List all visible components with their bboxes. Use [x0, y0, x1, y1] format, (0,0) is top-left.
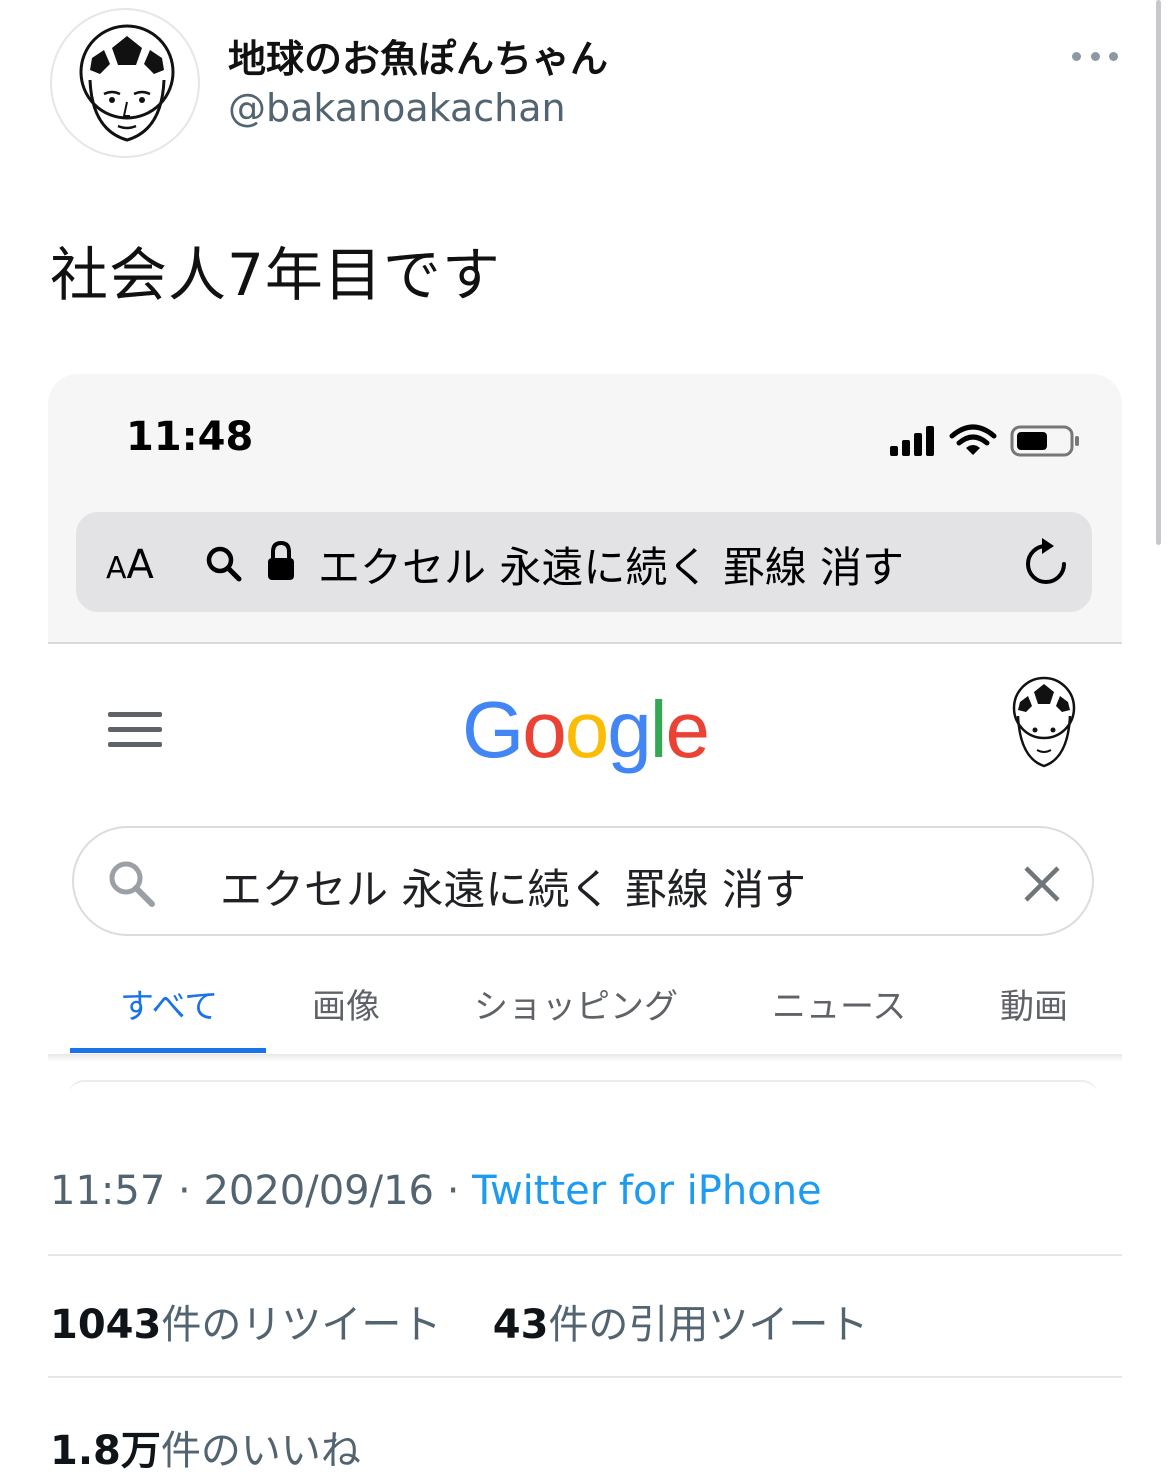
search-icon [109, 861, 155, 907]
quotes-count: 43 [492, 1302, 549, 1348]
google-logo[interactable]: Google [48, 684, 1122, 776]
tweet-time[interactable]: 11:57 [50, 1168, 165, 1214]
more-icon[interactable] [1072, 36, 1118, 76]
reader-large-a: A [126, 542, 154, 588]
retweets-link[interactable]: 1043件のリツイート [50, 1302, 441, 1348]
retweet-stats: 1043件のリツイート 43件の引用ツイート [50, 1292, 868, 1350]
more-dot [1090, 51, 1100, 61]
result-card-edge [68, 1080, 1098, 1090]
divider [48, 1376, 1122, 1378]
tweet-meta: 11:57 · 2020/09/16 · Twitter for iPhone [50, 1168, 822, 1214]
tab-all[interactable]: すべて [120, 979, 218, 1028]
tab-news[interactable]: ニュース [772, 979, 906, 1028]
active-tab-indicator [70, 1048, 266, 1053]
clear-icon[interactable] [1022, 864, 1062, 904]
google-logo-letter: e [665, 685, 710, 774]
status-bar-time: 11:48 [126, 414, 254, 460]
quotes-label: 件の引用ツイート [548, 1302, 869, 1348]
google-logo-letter: l [649, 685, 668, 774]
display-name[interactable]: 地球のお魚ぽんちゃん [228, 28, 608, 83]
tab-shopping[interactable]: ショッピング [474, 979, 678, 1028]
tweet-date[interactable]: 2020/09/16 [203, 1168, 434, 1214]
divider [48, 1254, 1122, 1256]
reload-icon[interactable] [1020, 538, 1072, 590]
tabs-shadow [48, 1054, 1122, 1062]
tab-videos[interactable]: 動画 [1000, 979, 1068, 1028]
retweets-label: 件のリツイート [161, 1302, 442, 1348]
google-logo-letter: g [607, 685, 651, 774]
user-handle[interactable]: @bakanoakachan [228, 86, 566, 130]
battery-icon [1010, 425, 1079, 457]
scroll-indicator[interactable] [1156, 0, 1161, 545]
account-avatar[interactable] [1004, 674, 1084, 770]
status-icons [890, 424, 1079, 457]
more-dot [1109, 51, 1118, 61]
search-tabs: すべて 画像 ショッピング ニュース 動画 [72, 979, 1122, 1049]
address-bar[interactable]: AA エクセル 永遠に続く 罫線 消す [76, 512, 1092, 612]
search-query[interactable]: エクセル 永遠に続く 罫線 消す [220, 856, 806, 917]
signal-icon [890, 426, 934, 456]
tweet-text: 社会人7年目です [50, 241, 501, 309]
google-logo-letter: o [564, 685, 609, 774]
attached-screenshot[interactable]: 11:48 AA エクセル 永遠に続く 罫線 消す Google エクセル 永遠… [48, 374, 1122, 1090]
avatar-face-drawing [79, 24, 175, 142]
google-logo-letter: G [461, 685, 524, 774]
quotes-link[interactable]: 43件の引用ツイート [493, 1302, 869, 1348]
reader-small-a: A [106, 551, 127, 586]
url-text[interactable]: エクセル 永遠に続く 罫線 消す [318, 534, 904, 595]
lock-icon [268, 540, 294, 580]
likes-label: 件のいいね [160, 1428, 361, 1474]
tweet-source[interactable]: Twitter for iPhone [472, 1168, 822, 1214]
meta-separator: · [433, 1168, 473, 1214]
retweets-count: 1043 [50, 1302, 162, 1348]
tab-images[interactable]: 画像 [312, 979, 380, 1028]
likes-count: 1.8万 [50, 1428, 161, 1474]
google-logo-letter: o [522, 685, 566, 774]
browser-chrome: 11:48 AA エクセル 永遠に続く 罫線 消す [48, 374, 1122, 644]
meta-separator: · [165, 1168, 204, 1214]
more-dot [1072, 51, 1081, 61]
likes-link[interactable]: 1.8万件のいいね [50, 1418, 361, 1476]
reader-view-button[interactable]: AA [106, 542, 154, 588]
google-search-box[interactable]: エクセル 永遠に続く 罫線 消す [72, 826, 1094, 936]
user-avatar[interactable] [50, 8, 200, 158]
wifi-icon [949, 424, 997, 455]
search-icon [206, 546, 242, 582]
